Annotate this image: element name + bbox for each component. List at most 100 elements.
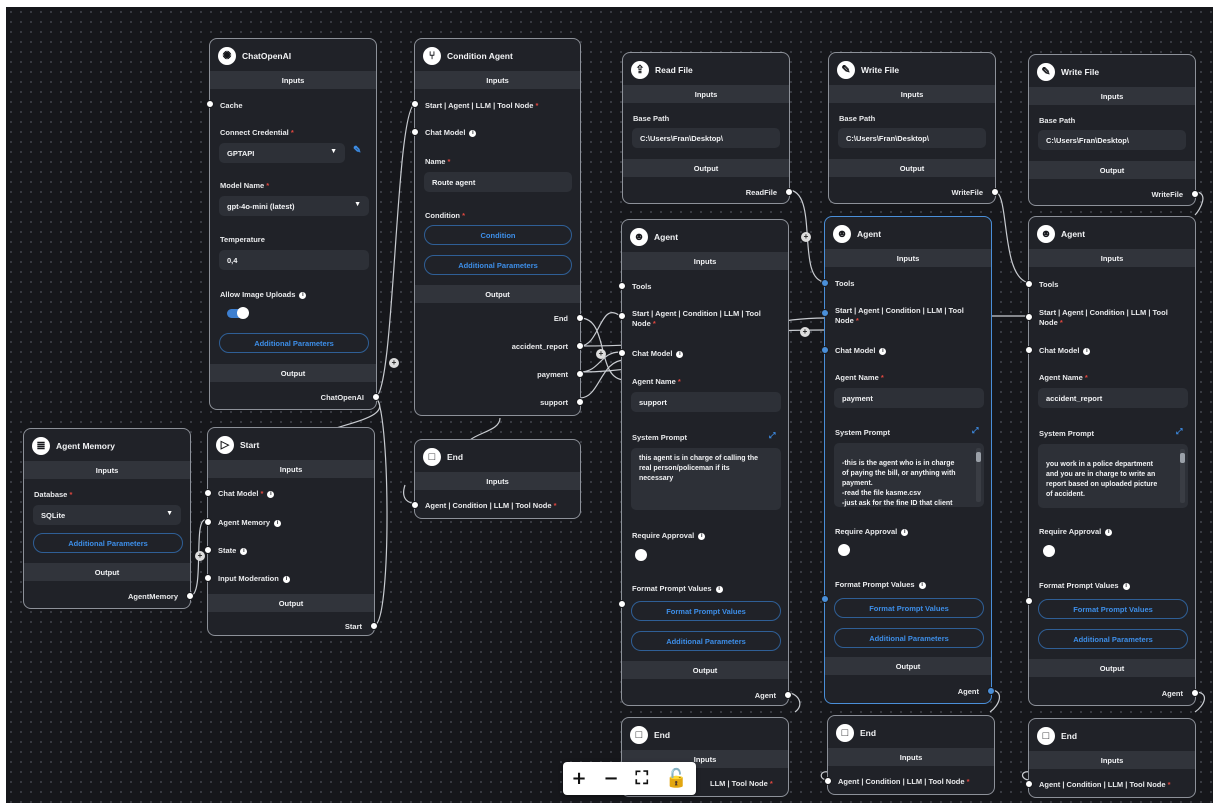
- scrollbar[interactable]: [976, 448, 981, 502]
- start-input-handle[interactable]: [618, 312, 626, 320]
- input-moderation-label: Input Moderation i: [218, 574, 290, 583]
- chat-model-handle[interactable]: [411, 128, 419, 136]
- additional-parameters-button[interactable]: Additional Parameters: [631, 631, 781, 651]
- state-handle[interactable]: [204, 546, 212, 554]
- write-file-output-handle[interactable]: [991, 188, 999, 196]
- credential-select[interactable]: GPTAPI ▼: [219, 143, 345, 163]
- expand-icon[interactable]: ⤢: [972, 426, 978, 436]
- end-node[interactable]: □ End Inputs Agent | Condition | LLM | T…: [1025, 718, 1196, 798]
- allow-image-uploads-toggle[interactable]: [227, 307, 249, 319]
- format-prompt-handle[interactable]: [618, 600, 626, 608]
- agent-name-input[interactable]: accident_report: [1038, 388, 1188, 408]
- zoom-out-icon[interactable]: −: [604, 768, 619, 789]
- cache-handle[interactable]: [206, 100, 214, 108]
- agent-name-input[interactable]: support: [631, 392, 781, 412]
- agent-memory-output-handle[interactable]: [186, 592, 194, 600]
- additional-parameters-button[interactable]: Additional Parameters: [834, 628, 984, 648]
- expand-icon[interactable]: ⤢: [1176, 427, 1182, 437]
- end-input-handle[interactable]: [411, 501, 419, 509]
- chat-model-handle[interactable]: [204, 489, 212, 497]
- expand-icon[interactable]: ⤢: [769, 431, 775, 441]
- output-accident-report-handle[interactable]: [576, 342, 584, 350]
- require-approval-toggle[interactable]: [635, 549, 647, 561]
- start-input-handle[interactable]: [411, 100, 419, 108]
- chat-model-handle[interactable]: [618, 349, 626, 357]
- base-path-input[interactable]: C:\Users\Fran\Desktop\: [838, 128, 986, 148]
- chat-model-handle[interactable]: [821, 346, 829, 354]
- edit-credential-icon[interactable]: ✎: [353, 145, 361, 156]
- additional-parameters-button[interactable]: Additional Parameters: [219, 333, 369, 353]
- write-file-node[interactable]: ✎ Write File Inputs Base Path C:\Users\F…: [1028, 54, 1199, 206]
- additional-parameters-button[interactable]: Additional Parameters: [33, 533, 183, 553]
- agent-node-payment[interactable]: ☻ Agent Inputs Tools Start | Agent | Con…: [821, 216, 995, 704]
- node-title: Write File: [1061, 67, 1100, 77]
- start-input-label: Start | Agent | Condition | LLM | Tool N…: [1039, 308, 1168, 327]
- stop-icon: □: [630, 726, 648, 744]
- database-select[interactable]: SQLite ▼: [33, 505, 181, 525]
- format-prompt-handle[interactable]: [1025, 597, 1033, 605]
- start-input-handle[interactable]: [1025, 313, 1033, 321]
- tools-handle[interactable]: [1025, 280, 1033, 288]
- output-support-handle[interactable]: [576, 398, 584, 406]
- end-input-handle[interactable]: [824, 777, 832, 785]
- name-input[interactable]: Route agent: [424, 172, 572, 192]
- temperature-input[interactable]: 0,4: [219, 250, 369, 270]
- agent-name-input[interactable]: payment: [834, 388, 984, 408]
- tools-handle[interactable]: [821, 279, 829, 287]
- additional-parameters-button[interactable]: Additional Parameters: [424, 255, 572, 275]
- condition-agent-node[interactable]: ⑂ Condition Agent Inputs Start | Agent |…: [411, 38, 584, 416]
- end-node[interactable]: □ End Inputs Agent | Condition | LLM | T…: [824, 715, 995, 795]
- write-file-node[interactable]: ✎ Write File Inputs Base Path C:\Users\F…: [828, 52, 999, 204]
- agent-output-handle[interactable]: [1191, 689, 1199, 697]
- require-approval-toggle[interactable]: [1043, 545, 1055, 557]
- agent-memory-node[interactable]: ≣ Agent Memory Inputs Database * SQLite …: [23, 428, 194, 609]
- require-approval-toggle[interactable]: [838, 544, 850, 556]
- chatopenai-output-handle[interactable]: [372, 393, 380, 401]
- edit-file-icon: ✎: [837, 61, 855, 79]
- lock-icon[interactable]: 🔓: [665, 768, 687, 789]
- additional-parameters-button[interactable]: Additional Parameters: [1038, 629, 1188, 649]
- format-prompt-handle[interactable]: [821, 595, 829, 603]
- fit-view-icon[interactable]: ⛶: [636, 768, 649, 789]
- edge-add-button[interactable]: +: [389, 358, 399, 368]
- write-file-output-handle[interactable]: [1191, 190, 1199, 198]
- start-output-handle[interactable]: [370, 622, 378, 630]
- agent-node-accident-report[interactable]: ☻ Agent Inputs Tools Start | Agent | Con…: [1025, 216, 1199, 706]
- base-path-input[interactable]: C:\Users\Fran\Desktop\: [1038, 130, 1186, 150]
- output-header: Output: [208, 594, 374, 612]
- read-file-node[interactable]: ⇪ Read File Inputs Base Path C:\Users\Fr…: [622, 52, 793, 204]
- output-payment-handle[interactable]: [576, 370, 584, 378]
- zoom-in-icon[interactable]: +: [571, 768, 586, 789]
- agent-output-handle[interactable]: [987, 687, 995, 695]
- edge-add-button[interactable]: +: [596, 349, 606, 359]
- agent-output-handle[interactable]: [784, 691, 792, 699]
- system-prompt-textarea[interactable]: this agent is in charge of calling the r…: [631, 448, 781, 510]
- scrollbar[interactable]: [1180, 449, 1185, 503]
- edge-add-button[interactable]: +: [800, 327, 810, 337]
- read-file-output-handle[interactable]: [785, 188, 793, 196]
- format-prompt-values-button[interactable]: Format Prompt Values: [631, 601, 781, 621]
- base-path-input[interactable]: C:\Users\Fran\Desktop\: [632, 128, 780, 148]
- temperature-label: Temperature: [220, 235, 265, 244]
- chatopenai-node[interactable]: ✺ ChatOpenAI Inputs Cache Connect Creden…: [206, 38, 380, 410]
- end-node[interactable]: □ End Inputs Agent | Condition | LLM | T…: [411, 439, 581, 519]
- edge-add-button[interactable]: +: [195, 551, 205, 561]
- chat-model-handle[interactable]: [1025, 346, 1033, 354]
- edge-add-button[interactable]: +: [801, 232, 811, 242]
- format-prompt-values-button[interactable]: Format Prompt Values: [834, 598, 984, 618]
- condition-button[interactable]: Condition: [424, 225, 572, 245]
- output-end-handle[interactable]: [576, 314, 584, 322]
- format-prompt-values-button[interactable]: Format Prompt Values: [1038, 599, 1188, 619]
- agent-memory-handle[interactable]: [204, 518, 212, 526]
- agent-node-support[interactable]: ☻ Agent Inputs Tools Start | Agent | Con…: [618, 219, 792, 706]
- model-select[interactable]: gpt-4o-mini (latest) ▼: [219, 196, 369, 216]
- end-input-handle[interactable]: [1025, 780, 1033, 788]
- node-title: Agent Memory: [56, 441, 116, 451]
- system-prompt-textarea[interactable]: -this is the agent who is in charge of p…: [834, 443, 984, 507]
- system-prompt-textarea[interactable]: you work in a police department and you …: [1038, 444, 1188, 508]
- start-node[interactable]: ▷ Start Inputs Chat Model * i Agent Memor…: [204, 427, 378, 636]
- input-moderation-handle[interactable]: [204, 574, 212, 582]
- tools-handle[interactable]: [618, 282, 626, 290]
- start-input-handle[interactable]: [821, 309, 829, 317]
- split-icon: ⑂: [423, 47, 441, 65]
